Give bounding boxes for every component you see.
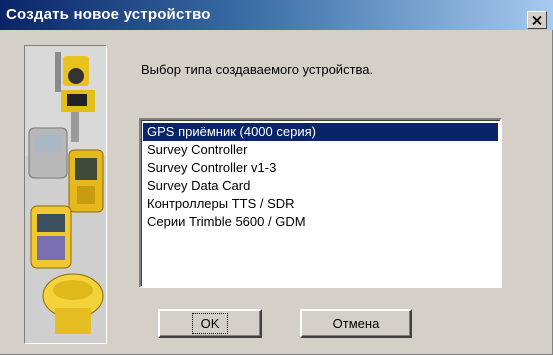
cancel-button-label: Отмена (332, 316, 380, 331)
survey-devices-illustration (24, 45, 107, 344)
device-type-list[interactable]: GPS приёмник (4000 серия) Survey Control… (139, 118, 502, 288)
close-icon (532, 15, 542, 25)
ok-button-label: OK (191, 313, 229, 334)
window-title: Создать новое устройство (6, 6, 211, 23)
cancel-button[interactable]: Отмена (300, 309, 412, 338)
prompt-text: Выбор типа создаваемого устройства. (141, 62, 374, 77)
list-item-trimble-5600-gdm[interactable]: Серии Trimble 5600 / GDM (143, 213, 498, 231)
list-item-survey-data-card[interactable]: Survey Data Card (143, 177, 498, 195)
list-item-survey-controller-v1-3[interactable]: Survey Controller v1-3 (143, 159, 498, 177)
list-item-survey-controller[interactable]: Survey Controller (143, 141, 498, 159)
dialog-window: Создать новое устройство Выбор типа созд… (0, 0, 553, 355)
devices-artwork (25, 46, 106, 343)
close-button[interactable] (527, 11, 547, 29)
list-item-tts-sdr-controllers[interactable]: Контроллеры TTS / SDR (143, 195, 498, 213)
list-item-gps-receiver[interactable]: GPS приёмник (4000 серия) (143, 123, 498, 141)
title-bar[interactable]: Создать новое устройство (0, 0, 553, 30)
ok-button[interactable]: OK (158, 309, 262, 338)
